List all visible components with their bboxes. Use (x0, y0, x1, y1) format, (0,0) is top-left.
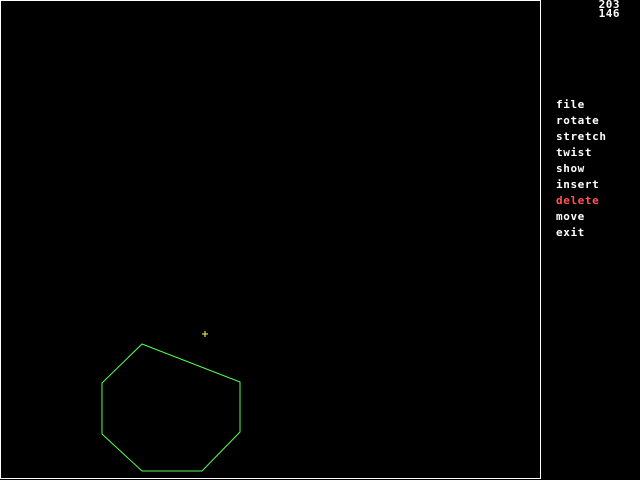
menu-item-exit[interactable]: exit (556, 225, 607, 241)
drawing-surface[interactable] (1, 1, 540, 478)
menu-item-move[interactable]: move (556, 209, 607, 225)
menu-item-delete[interactable]: delete (556, 193, 607, 209)
drawing-canvas[interactable] (0, 0, 541, 479)
command-menu: file rotate stretch twist show insert de… (556, 97, 607, 241)
menu-item-rotate[interactable]: rotate (556, 113, 607, 129)
polygon-shape[interactable] (101, 343, 241, 472)
cursor-coordinates: 203 146 (598, 0, 620, 20)
menu-item-twist[interactable]: twist (556, 145, 607, 161)
side-panel: 203 146 file rotate stretch twist show i… (541, 0, 640, 480)
menu-item-file[interactable]: file (556, 97, 607, 113)
menu-item-insert[interactable]: insert (556, 177, 607, 193)
menu-item-stretch[interactable]: stretch (556, 129, 607, 145)
crosshair-cursor-icon (202, 331, 208, 337)
cursor-y-readout: 146 (598, 7, 620, 20)
menu-item-show[interactable]: show (556, 161, 607, 177)
